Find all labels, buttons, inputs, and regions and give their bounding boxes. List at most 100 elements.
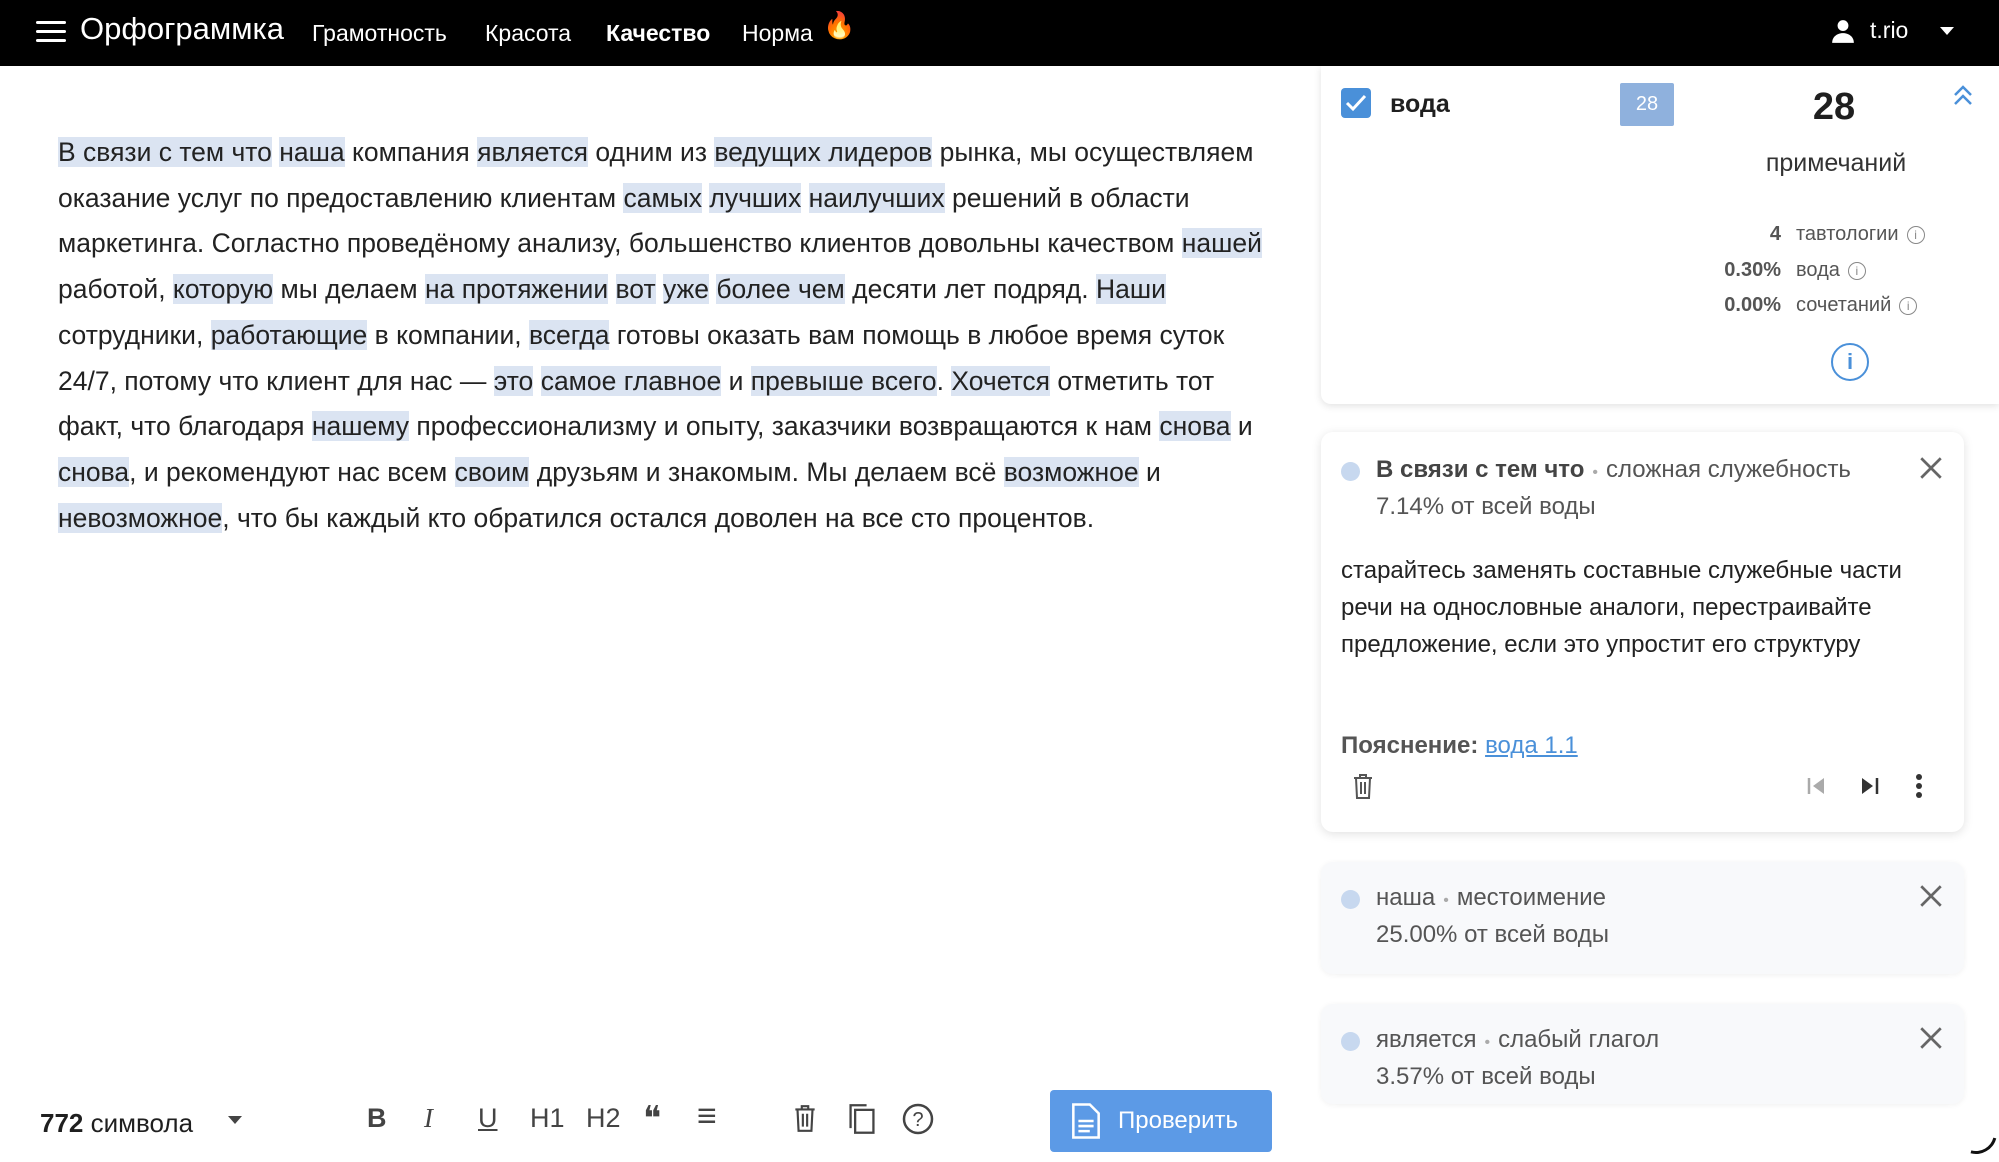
quote-icon[interactable]: ❝ (643, 1099, 661, 1139)
next-icon[interactable] (1858, 775, 1880, 802)
text-segment: и (721, 365, 751, 396)
text-segment: сотрудники, (58, 319, 211, 350)
highlighted-phrase[interactable]: является (477, 137, 589, 167)
metric-tautology: 4 тавтологии i (1661, 223, 1925, 246)
close-icon[interactable] (1918, 1025, 1944, 1051)
text-segment: , и рекомендуют нас всем (129, 456, 455, 487)
text-segment (656, 274, 663, 304)
info-icon[interactable]: i (1831, 343, 1869, 381)
nav-tab-norma[interactable]: Норма (742, 20, 813, 47)
status-dot (1341, 462, 1360, 481)
heading1-button[interactable]: H1 (530, 1103, 565, 1134)
highlighted-phrase[interactable]: невозможное (58, 502, 223, 533)
nav-tab-krasota[interactable]: Красота (485, 20, 571, 47)
text-segment: и (1138, 456, 1161, 487)
highlighted-phrase[interactable]: снова (1159, 411, 1231, 442)
user-menu[interactable]: t.rio (1830, 17, 1955, 44)
info-icon: i (1906, 225, 1925, 244)
trash-icon[interactable] (792, 1103, 818, 1140)
align-icon[interactable]: ≡ (697, 1097, 717, 1136)
issue-card[interactable]: является • слабый глагол 3.57% от всей вод… (1321, 1004, 1964, 1104)
explanation: Пояснение: вода 1.1 (1341, 732, 1578, 759)
issue-share: 7.14% от всей воды (1376, 493, 1596, 520)
text-editor[interactable]: В связи с тем что наша компания является… (58, 130, 1263, 541)
highlighted-phrase[interactable]: ведущих лидеров (714, 137, 933, 167)
italic-button[interactable]: I (424, 1103, 433, 1134)
close-icon[interactable] (1918, 455, 1944, 481)
app-logo[interactable]: Орфограммка (80, 11, 284, 47)
highlighted-phrase[interactable]: работающие (210, 319, 368, 350)
highlighted-phrase[interactable]: самое главное (540, 365, 722, 396)
copy-icon[interactable] (847, 1103, 877, 1142)
text-segment: и (1230, 411, 1253, 442)
svg-text:?: ? (912, 1109, 923, 1131)
heading2-button[interactable]: H2 (586, 1103, 621, 1134)
text-segment: работой, (58, 274, 173, 305)
highlighted-phrase[interactable]: Наши (1096, 274, 1166, 305)
bold-button[interactable]: B (367, 1103, 387, 1134)
highlighted-phrase[interactable]: превыше всего (750, 365, 937, 396)
issue-title: В связи с тем что • сложная служебность (1376, 456, 1851, 483)
highlighted-phrase[interactable]: вот (615, 274, 656, 305)
text-segment (533, 366, 540, 396)
notes-label: примечаний (1765, 149, 1907, 177)
more-icon[interactable] (1915, 773, 1923, 804)
text-segment: мы делаем (273, 274, 425, 305)
highlighted-phrase[interactable]: нашей (1181, 228, 1262, 259)
highlighted-phrase[interactable]: более чем (716, 274, 845, 305)
info-icon: i (1847, 261, 1866, 280)
highlighted-phrase[interactable]: своим (454, 456, 530, 487)
highlighted-phrase[interactable]: лучших (709, 182, 802, 213)
highlighted-phrase[interactable]: снова (58, 456, 130, 487)
highlighted-phrase[interactable]: на протяжении (424, 274, 609, 305)
char-counter-dropdown-icon[interactable] (228, 1116, 242, 1124)
editor-toolbar: 772 символа B I U H1 H2 ❝ ≡ ? Проверить (0, 1075, 1300, 1160)
underline-button[interactable]: U (478, 1103, 498, 1134)
highlighted-phrase[interactable]: это (493, 365, 534, 396)
issue-card[interactable]: наша • местоимение 25.00% от всей воды (1321, 862, 1964, 974)
highlighted-phrase[interactable]: всегда (529, 319, 610, 350)
explanation-link[interactable]: вода 1.1 (1485, 732, 1578, 759)
metric-water: 0.30% вода i (1661, 259, 1866, 282)
highlighted-phrase[interactable]: возможное (1003, 456, 1139, 487)
issue-title: наша • местоимение (1376, 884, 1606, 911)
text-segment: в компании, (367, 319, 530, 350)
notes-count: 28 (1812, 86, 1856, 128)
text-segment: друзьям и знакомым. Мы делаем всё (529, 456, 1004, 487)
text-segment: . (936, 365, 952, 396)
metric-combinations: 0.00% сочетаний i (1661, 294, 1918, 317)
highlighted-phrase[interactable]: В связи с тем что (58, 137, 272, 167)
issue-share: 3.57% от всей воды (1376, 1063, 1596, 1090)
highlighted-phrase[interactable]: наша (279, 137, 345, 167)
status-dot (1341, 890, 1360, 909)
first-icon[interactable] (1806, 775, 1828, 802)
nav-tab-kachestvo[interactable]: Качество (606, 20, 710, 47)
text-segment: профессионализму и опыту, заказчики возв… (409, 411, 1160, 442)
issue-share: 25.00% от всей воды (1376, 921, 1610, 948)
trash-icon[interactable] (1351, 772, 1375, 805)
text-segment (801, 183, 808, 213)
help-icon[interactable]: ? (902, 1103, 934, 1142)
nav-tab-gramotnost[interactable]: Грамотность (312, 20, 447, 47)
collapse-icon[interactable] (1952, 84, 1974, 113)
text-segment: , что бы каждый кто обратился остался до… (222, 502, 1095, 533)
info-icon: i (1899, 296, 1918, 315)
document-icon (1072, 1103, 1100, 1139)
issue-advice: старайтесь заменять составные служебные … (1341, 557, 1902, 658)
char-counter: 772 символа (40, 1108, 194, 1138)
close-icon[interactable] (1918, 883, 1944, 909)
user-name: t.rio (1870, 17, 1909, 43)
highlighted-phrase[interactable]: нашему (311, 411, 410, 442)
highlighted-phrase[interactable]: самых (623, 182, 702, 213)
water-checkbox[interactable] (1341, 88, 1371, 118)
chevron-down-icon (1940, 26, 1955, 35)
highlighted-phrase[interactable]: уже (662, 274, 709, 305)
highlighted-phrase[interactable]: наилучших (808, 182, 945, 213)
highlighted-phrase[interactable]: Хочется (951, 365, 1051, 396)
check-button[interactable]: Проверить (1050, 1090, 1272, 1152)
hamburger-menu-icon[interactable] (36, 16, 66, 46)
summary-panel: вода 28 28 примечаний 4 тавтологии i 0.30%… (1321, 66, 1999, 404)
highlighted-phrase[interactable]: которую (172, 274, 274, 305)
issue-card[interactable]: В связи с тем что • сложная служебность 7.… (1321, 432, 1964, 832)
text-segment: компания (344, 137, 478, 167)
